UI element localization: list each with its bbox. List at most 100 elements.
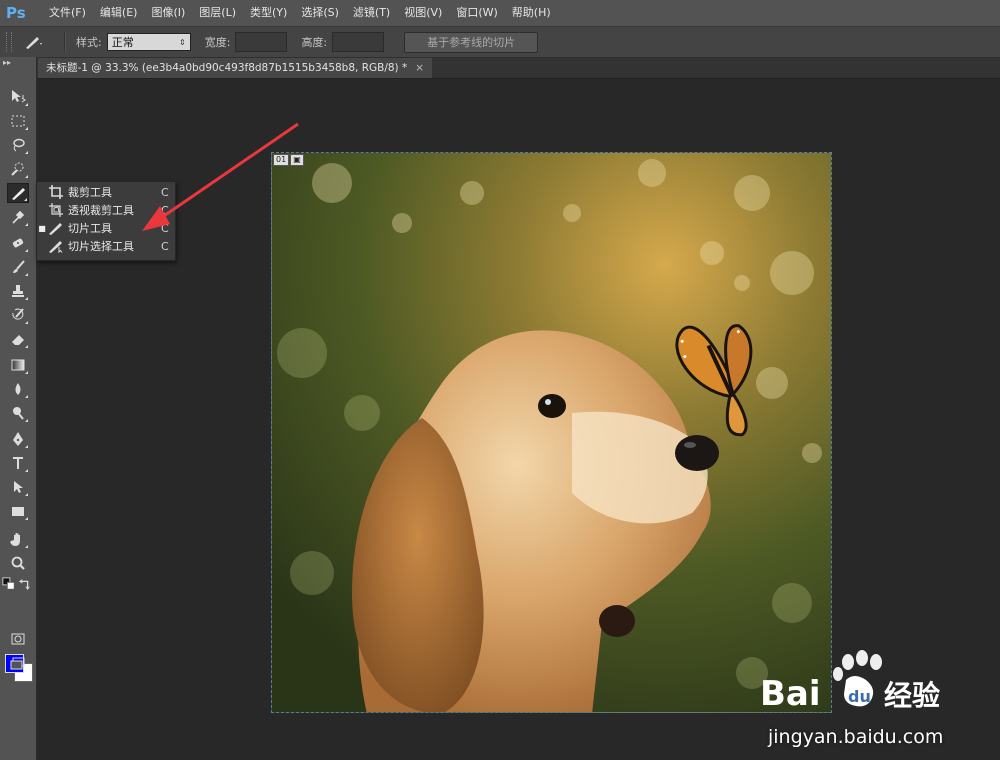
lasso-tool[interactable] [7, 135, 29, 155]
hand-tool[interactable] [7, 529, 29, 549]
menu-bar: Ps 文件(F) 编辑(E) 图像(I) 图层(L) 类型(Y) 选择(S) 滤… [0, 0, 1000, 27]
style-label: 样式: [76, 36, 102, 49]
gradient-tool[interactable] [7, 355, 29, 375]
rectangle-marquee-icon [11, 115, 25, 127]
menu-file[interactable]: 文件(F) [42, 0, 93, 26]
flyout-label: 透视裁剪工具 [68, 204, 134, 217]
quick-selection-icon [11, 162, 24, 176]
options-grip[interactable] [6, 32, 12, 52]
default-colors-icon[interactable] [2, 577, 16, 591]
flyout-slice-select-tool[interactable]: 切片选择工具 C [37, 237, 175, 255]
quick-mask-tool[interactable] [7, 629, 29, 649]
watermark-url: jingyan.baidu.com [768, 726, 944, 748]
menu-filter[interactable]: 滤镜(T) [346, 0, 397, 26]
photoshop-logo: Ps [6, 4, 26, 22]
screen-mode-icon [10, 657, 25, 670]
close-icon[interactable]: × [415, 58, 424, 78]
eyedropper-icon [12, 210, 25, 224]
slice-tool-active[interactable] [7, 183, 29, 203]
menu-type[interactable]: 类型(Y) [243, 0, 294, 26]
menu-edit[interactable]: 编辑(E) [93, 0, 145, 26]
quick-mask-icon [11, 633, 25, 645]
rectangle-tool[interactable] [7, 501, 29, 521]
clone-stamp-tool[interactable] [7, 281, 29, 301]
eraser-icon [12, 335, 24, 345]
slice-icon [26, 37, 42, 49]
rectangle-shape-icon [12, 507, 24, 516]
hand-icon [10, 533, 20, 546]
document-tab-bar: 未标题-1 @ 33.3% (ee3b4a0bd90c493f8d87b1515… [36, 58, 1000, 79]
eraser-tool[interactable] [7, 329, 29, 349]
blur-tool[interactable] [7, 379, 29, 399]
stamp-icon [12, 285, 24, 297]
style-select[interactable]: 正常 ⇕ [106, 33, 191, 51]
width-label: 宽度: [204, 36, 231, 49]
type-tool[interactable] [7, 453, 29, 473]
tool-flyout-menu: 裁剪工具 C 透视裁剪工具 C ■ 切片工具 C 切片选择工具 C [36, 181, 176, 261]
slice-badge: 01 ▣ [273, 154, 304, 166]
menu-window[interactable]: 窗口(W) [449, 0, 504, 26]
healing-brush-icon [12, 238, 24, 248]
height-field[interactable] [332, 32, 385, 52]
slice-image-icon: ▣ [290, 154, 304, 166]
crop-icon [47, 184, 65, 200]
blur-drop-icon [15, 383, 21, 395]
baidu-jingyan-watermark: Bai du 经验 jingyan.baidu.com [760, 650, 990, 750]
selected-bullet-icon: ■ [38, 223, 46, 233]
menu-layer[interactable]: 图层(L) [192, 0, 243, 26]
brush-tool[interactable] [7, 257, 29, 277]
document-tab-title: 未标题-1 @ 33.3% (ee3b4a0bd90c493f8d87b1515… [46, 62, 408, 74]
move-icon [12, 90, 26, 103]
pen-icon [13, 432, 23, 446]
panel-collapse-icon[interactable]: ▸▸ [0, 57, 36, 71]
history-brush-tool[interactable] [7, 305, 29, 325]
lasso-icon [13, 138, 25, 152]
flyout-shortcut: C [161, 239, 169, 253]
quick-selection-tool[interactable] [7, 159, 29, 179]
flyout-slice-tool[interactable]: ■ 切片工具 C [37, 219, 175, 237]
watermark-brand: Bai [760, 674, 821, 714]
tools-panel: ▸▸ [0, 57, 37, 760]
path-selection-tool[interactable] [7, 477, 29, 497]
dodge-tool[interactable] [7, 403, 29, 423]
swap-colors-icon[interactable] [18, 577, 32, 591]
brush-icon [13, 260, 25, 273]
flyout-shortcut: C [161, 203, 169, 217]
pen-tool[interactable] [7, 429, 29, 449]
flyout-label: 裁剪工具 [68, 186, 112, 199]
slice-icon [47, 220, 65, 236]
document-tab[interactable]: 未标题-1 @ 33.3% (ee3b4a0bd90c493f8d87b1515… [38, 58, 433, 78]
slice-number: 01 [273, 154, 290, 166]
menu-view[interactable]: 视图(V) [397, 0, 449, 26]
path-selection-icon [14, 481, 23, 493]
slices-from-guides-button[interactable]: 基于参考线的切片 [404, 31, 539, 53]
healing-brush-tool[interactable] [7, 233, 29, 253]
flyout-crop-tool[interactable]: 裁剪工具 C [37, 183, 175, 201]
history-brush-icon [12, 308, 24, 320]
menu-image[interactable]: 图像(I) [144, 0, 192, 26]
dodge-icon [13, 407, 24, 420]
menu-help[interactable]: 帮助(H) [505, 0, 558, 26]
style-value: 正常 [111, 36, 134, 49]
screen-mode-tool[interactable] [7, 653, 29, 673]
flyout-perspective-crop-tool[interactable]: 透视裁剪工具 C [37, 201, 175, 219]
gradient-icon [11, 359, 25, 371]
watermark-brand2: 经验 [884, 679, 940, 712]
zoom-tool[interactable] [7, 553, 29, 573]
select-arrows-icon: ⇕ [179, 37, 186, 47]
document-canvas[interactable]: 01 ▣ [271, 152, 832, 713]
tool-preset-picker[interactable] [24, 32, 54, 52]
type-icon [13, 457, 23, 469]
zoom-icon [11, 556, 25, 570]
flyout-shortcut: C [161, 221, 169, 235]
height-label: 高度: [301, 36, 328, 49]
move-tool[interactable] [7, 87, 29, 107]
slice-select-icon [47, 238, 65, 254]
baidu-paw-logo: Bai du 经验 [760, 650, 940, 714]
width-field[interactable] [235, 32, 288, 52]
svg-text:du: du [848, 687, 871, 706]
eyedropper-tool[interactable] [7, 207, 29, 227]
marquee-tool[interactable] [7, 111, 29, 131]
menu-select[interactable]: 选择(S) [294, 0, 346, 26]
options-bar: 样式: 正常 ⇕ 宽度: 高度: 基于参考线的切片 [0, 27, 1000, 58]
